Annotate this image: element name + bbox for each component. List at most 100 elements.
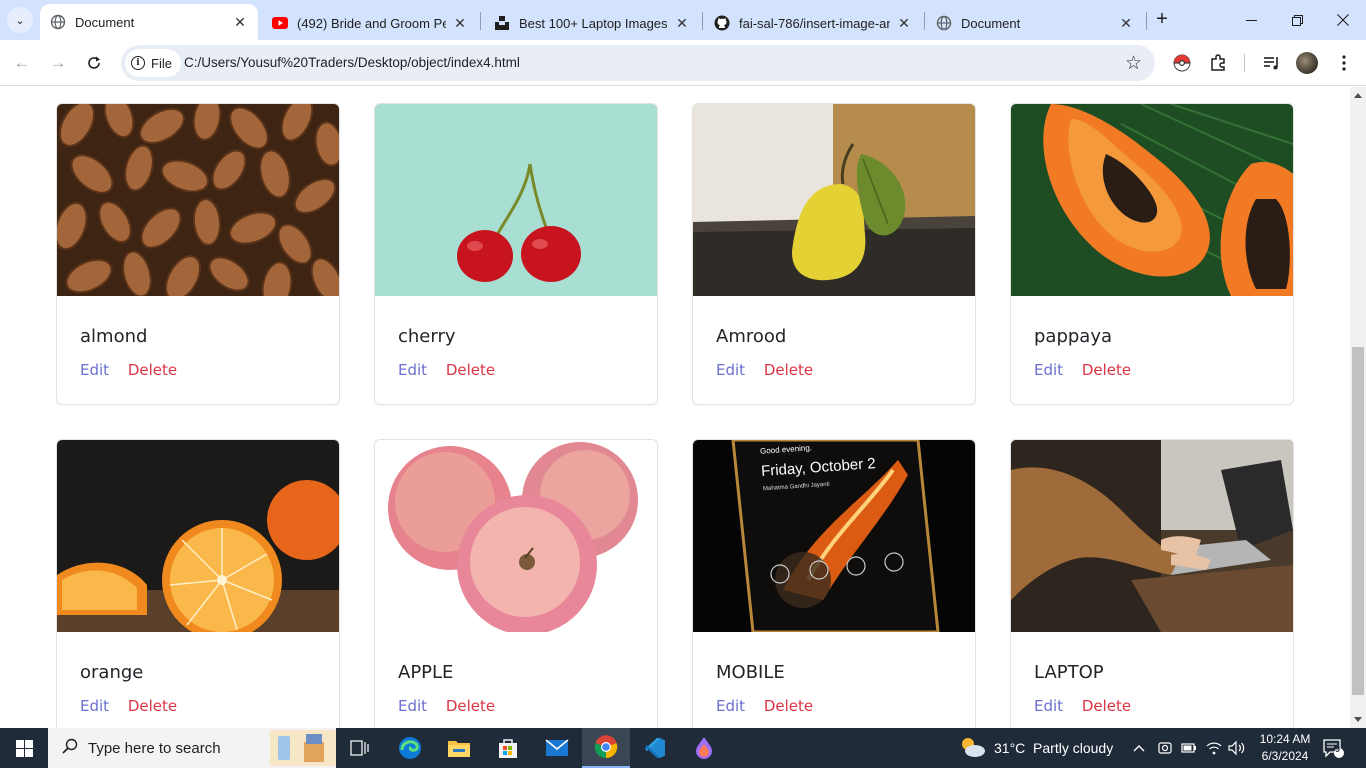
edit-link[interactable]: Edit [716, 697, 745, 715]
close-icon[interactable]: ✕ [1118, 15, 1134, 32]
unsplash-icon [494, 15, 510, 31]
card-actions: Edit Delete [1034, 697, 1131, 715]
volume-icon[interactable] [1228, 728, 1246, 768]
restore-icon[interactable] [1274, 0, 1320, 40]
file-explorer-icon[interactable] [435, 728, 483, 768]
task-view-icon[interactable] [336, 728, 384, 768]
product-card: APPLE Edit Delete [374, 439, 658, 728]
extensions-puzzle-icon[interactable] [1207, 52, 1229, 74]
bookmark-star-icon[interactable]: ☆ [1125, 52, 1142, 75]
delete-link[interactable]: Delete [764, 361, 813, 379]
windows-taskbar: Type here to search 31°C Partly cloudy 1… [0, 728, 1366, 768]
close-icon[interactable]: ✕ [896, 15, 912, 32]
edit-link[interactable]: Edit [398, 697, 427, 715]
camera-icon[interactable] [1158, 728, 1172, 768]
minimize-icon[interactable] [1228, 0, 1274, 40]
tab-separator [1146, 12, 1147, 30]
windows-start-icon[interactable] [0, 728, 48, 768]
reload-icon[interactable] [81, 50, 107, 76]
edit-link[interactable]: Edit [716, 361, 745, 379]
url-text[interactable]: C:/Users/Yousuf%20Traders/Desktop/object… [184, 55, 520, 70]
delete-link[interactable]: Delete [1082, 361, 1131, 379]
pokeball-extension-icon[interactable] [1171, 52, 1193, 74]
globe-icon [936, 15, 952, 31]
tab-title: Best 100+ Laptop Images | D [519, 15, 668, 31]
card-title: pappaya [1034, 326, 1113, 347]
edit-link[interactable]: Edit [1034, 361, 1063, 379]
product-card: almond Edit Delete [56, 103, 340, 405]
forward-arrow-icon[interactable]: → [45, 50, 71, 76]
mail-icon[interactable] [533, 728, 581, 768]
back-arrow-icon[interactable]: ← [9, 50, 35, 76]
laptop-photo [1011, 440, 1293, 632]
browser-toolbar: ← → i File C:/Users/Yousuf%20Traders/Des… [0, 40, 1366, 86]
cherry-photo [375, 104, 657, 296]
product-card: LAPTOP Edit Delete [1010, 439, 1294, 728]
tab-separator [480, 12, 481, 30]
tab-search-button[interactable]: ⌄ [7, 7, 33, 33]
search-icon [62, 738, 78, 759]
github-icon [714, 15, 730, 31]
edit-link[interactable]: Edit [398, 361, 427, 379]
show-hidden-icons-chevron-icon[interactable] [1133, 728, 1145, 768]
edit-link[interactable]: Edit [80, 361, 109, 379]
edit-link[interactable]: Edit [80, 697, 109, 715]
tab-title: fai-sal-786/insert-image-and [739, 15, 890, 31]
delete-link[interactable]: Delete [128, 361, 177, 379]
card-actions: Edit Delete [716, 361, 813, 379]
vertical-scrollbar[interactable] [1350, 87, 1366, 728]
pear-photo [693, 104, 975, 296]
tab-strip: ⌄ Document ✕ (492) Bride and Groom Perfo… [0, 0, 1366, 40]
product-card: Amrood Edit Delete [692, 103, 976, 405]
tab-youtube[interactable]: (492) Bride and Groom Perfo ✕ [262, 6, 478, 40]
delete-link[interactable]: Delete [128, 697, 177, 715]
media-controls-icon[interactable] [1261, 52, 1283, 74]
tab-github[interactable]: fai-sal-786/insert-image-and ✕ [704, 6, 922, 40]
close-icon[interactable]: ✕ [452, 15, 468, 32]
address-bar[interactable]: i File C:/Users/Yousuf%20Traders/Desktop… [121, 45, 1155, 81]
chrome-icon[interactable] [582, 728, 630, 768]
tab-unsplash[interactable]: Best 100+ Laptop Images | D ✕ [484, 6, 700, 40]
close-icon[interactable]: ✕ [232, 14, 248, 31]
edge-browser-icon[interactable] [386, 728, 434, 768]
system-clock[interactable]: 10:24 AM 6/3/2024 [1250, 731, 1320, 765]
info-icon: i [131, 56, 145, 70]
window-close-icon[interactable] [1320, 0, 1366, 40]
mobile-photo: Good evening. Friday, October 2 Mahatma … [693, 440, 975, 632]
papaya-photo [1011, 104, 1293, 296]
partly-cloudy-icon [958, 736, 986, 761]
card-actions: Edit Delete [80, 361, 177, 379]
delete-link[interactable]: Delete [764, 697, 813, 715]
taskbar-search-input[interactable]: Type here to search [48, 728, 336, 768]
notifications-icon[interactable]: 9 [1322, 728, 1344, 768]
site-info-chip[interactable]: i File [125, 49, 181, 77]
delete-link[interactable]: Delete [1082, 697, 1131, 715]
card-title: APPLE [398, 662, 454, 683]
menu-kebab-icon[interactable] [1333, 52, 1355, 74]
chevron-down-icon: ⌄ [15, 14, 25, 27]
avatar[interactable] [1296, 52, 1318, 74]
delete-link[interactable]: Delete [446, 361, 495, 379]
scroll-up-arrow-icon[interactable] [1354, 93, 1362, 98]
battery-icon[interactable] [1181, 728, 1197, 768]
tab-document[interactable]: Document ✕ [926, 6, 1144, 40]
tab-separator [702, 12, 703, 30]
search-placeholder: Type here to search [88, 739, 221, 757]
paint-app-icon[interactable] [680, 728, 728, 768]
delete-link[interactable]: Delete [446, 697, 495, 715]
search-highlight-image [270, 730, 336, 766]
edit-link[interactable]: Edit [1034, 697, 1063, 715]
weather-widget[interactable]: 31°C Partly cloudy [958, 728, 1113, 768]
orange-photo [57, 440, 339, 632]
tab-document-active[interactable]: Document ✕ [40, 4, 258, 40]
apple-photo [375, 440, 657, 632]
vscode-icon[interactable] [631, 728, 679, 768]
microsoft-store-icon[interactable] [484, 728, 532, 768]
scroll-thumb[interactable] [1352, 347, 1364, 695]
scroll-down-arrow-icon[interactable] [1354, 717, 1362, 722]
weather-text: 31°C Partly cloudy [994, 740, 1114, 756]
new-tab-plus-icon[interactable]: + [1151, 8, 1173, 30]
wifi-icon[interactable] [1206, 728, 1222, 768]
card-title: LAPTOP [1034, 662, 1104, 683]
close-icon[interactable]: ✕ [674, 15, 690, 32]
